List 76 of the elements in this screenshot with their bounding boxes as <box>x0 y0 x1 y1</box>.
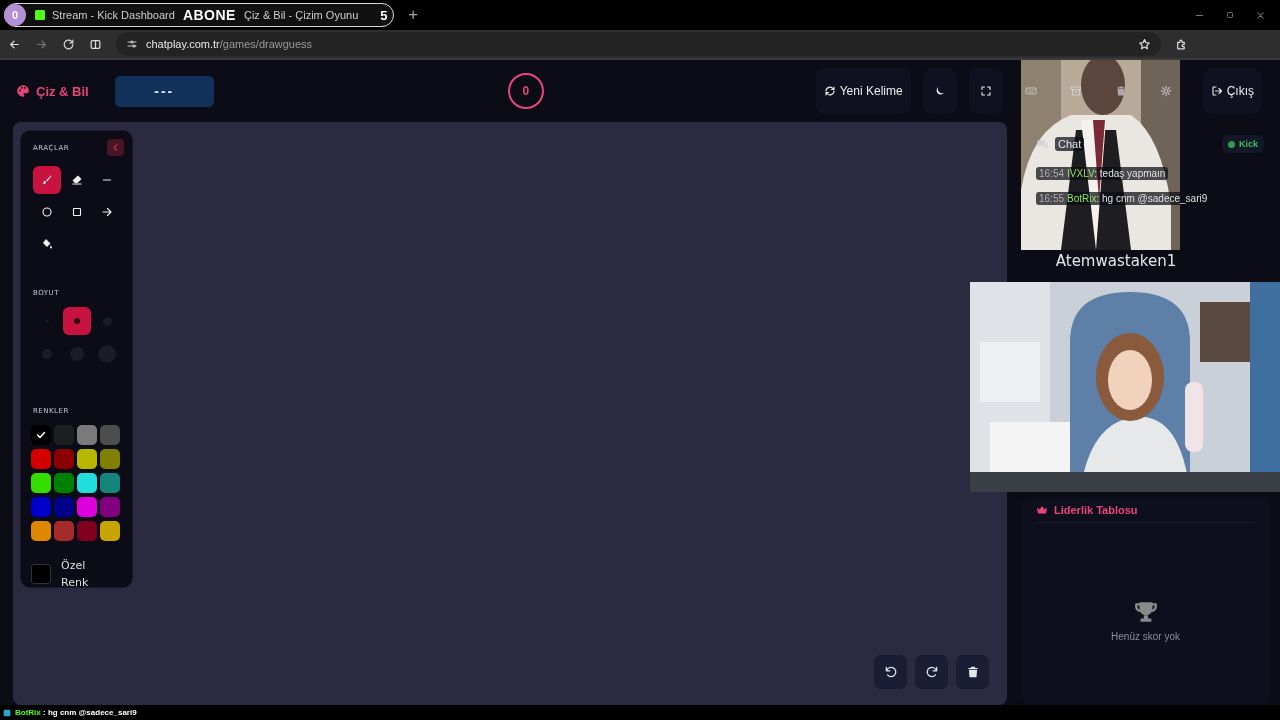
color-swatch[interactable] <box>31 473 51 493</box>
url-text: chatplay.com.tr/games/drawguess <box>146 38 313 50</box>
color-swatch[interactable] <box>77 425 97 445</box>
browser-tab[interactable]: Stream - Kick Dashboard <box>34 9 175 21</box>
color-swatch[interactable] <box>31 449 51 469</box>
clear-button[interactable] <box>956 655 989 689</box>
size-option[interactable] <box>63 307 91 335</box>
refresh-icon <box>823 85 836 97</box>
streamer-name: Atemwastaken1 <box>1054 252 1178 270</box>
color-swatch[interactable] <box>54 521 74 541</box>
timer-ring: 0 <box>507 73 544 109</box>
color-swatch[interactable] <box>54 449 74 469</box>
bookmark-star-icon[interactable] <box>1138 37 1151 51</box>
fullscreen-icon <box>979 85 992 97</box>
browser-tab[interactable]: Çiz & Bil - Çizim Oyunu <box>243 9 359 21</box>
color-swatch[interactable] <box>77 449 97 469</box>
empty-message: Henüz skor yok <box>1111 630 1180 642</box>
square-icon <box>71 206 83 218</box>
palette-icon <box>16 84 30 98</box>
split-view-icon[interactable] <box>89 37 102 51</box>
redo-icon <box>924 665 939 679</box>
logout-button[interactable]: Çıkış <box>1202 68 1262 114</box>
fullscreen-button[interactable] <box>968 68 1003 114</box>
arrow-icon <box>101 206 113 218</box>
color-swatch[interactable] <box>54 497 74 517</box>
status-dot <box>1228 140 1235 148</box>
undo-icon <box>883 665 898 679</box>
logout-icon <box>1210 85 1223 97</box>
trash-icon <box>1115 85 1128 97</box>
custom-color-label: Özel Renk <box>61 558 90 591</box>
extensions-icon[interactable] <box>1175 37 1188 51</box>
collapse-button[interactable] <box>107 139 124 156</box>
custom-color-swatch[interactable] <box>31 564 51 584</box>
color-swatch[interactable] <box>31 425 51 445</box>
ticker-text: BotRix : hg cnm @sadece_sari9 <box>15 708 137 717</box>
color-swatch[interactable] <box>77 473 97 493</box>
chat-title: Chat <box>1055 137 1085 151</box>
paint-bucket-icon <box>41 238 53 250</box>
platform-badge: Kick <box>1222 135 1264 153</box>
eraser-icon <box>71 174 83 186</box>
color-swatch[interactable] <box>31 497 51 517</box>
chat-message: 16:54 IVXLV: tedaş yapmaın <box>1036 167 1169 180</box>
chat-icon <box>1036 137 1049 151</box>
overlay-text: ABONE <box>182 7 236 23</box>
brush-tool[interactable] <box>33 166 61 194</box>
color-swatch[interactable] <box>100 449 120 469</box>
word-display: --- <box>114 75 214 107</box>
trash-icon <box>965 665 980 679</box>
keyboard-icon <box>1025 85 1038 97</box>
restore-icon[interactable] <box>1225 10 1235 20</box>
address-bar[interactable]: chatplay.com.tr/games/drawguess <box>116 32 1161 56</box>
color-swatch[interactable] <box>100 425 120 445</box>
settings-icon <box>1160 85 1173 97</box>
color-swatch[interactable] <box>31 521 51 541</box>
color-swatch[interactable] <box>100 473 120 493</box>
circle-icon <box>41 206 53 218</box>
new-tab-button[interactable]: + <box>404 6 422 24</box>
color-swatch[interactable] <box>54 473 74 493</box>
undo-button[interactable] <box>874 655 907 689</box>
color-swatch[interactable] <box>100 497 120 517</box>
site-icon <box>34 9 46 21</box>
crown-icon <box>1036 504 1048 516</box>
brush-icon <box>41 174 53 186</box>
check-icon <box>35 429 47 441</box>
redo-button[interactable] <box>915 655 948 689</box>
site-settings-icon[interactable] <box>126 38 138 50</box>
close-icon[interactable] <box>1255 9 1266 21</box>
leaderboard-title: Liderlik Tablosu <box>1054 504 1138 516</box>
reload-icon[interactable] <box>62 37 75 51</box>
new-word-button[interactable]: Yeni Kelime <box>815 68 911 114</box>
archive-icon <box>1070 85 1083 97</box>
color-swatch[interactable] <box>77 497 97 517</box>
color-swatch[interactable] <box>100 521 120 541</box>
color-swatch[interactable] <box>77 521 97 541</box>
tab-count: 5 <box>380 7 388 23</box>
logo-text: Çiz & Bil <box>36 83 89 99</box>
